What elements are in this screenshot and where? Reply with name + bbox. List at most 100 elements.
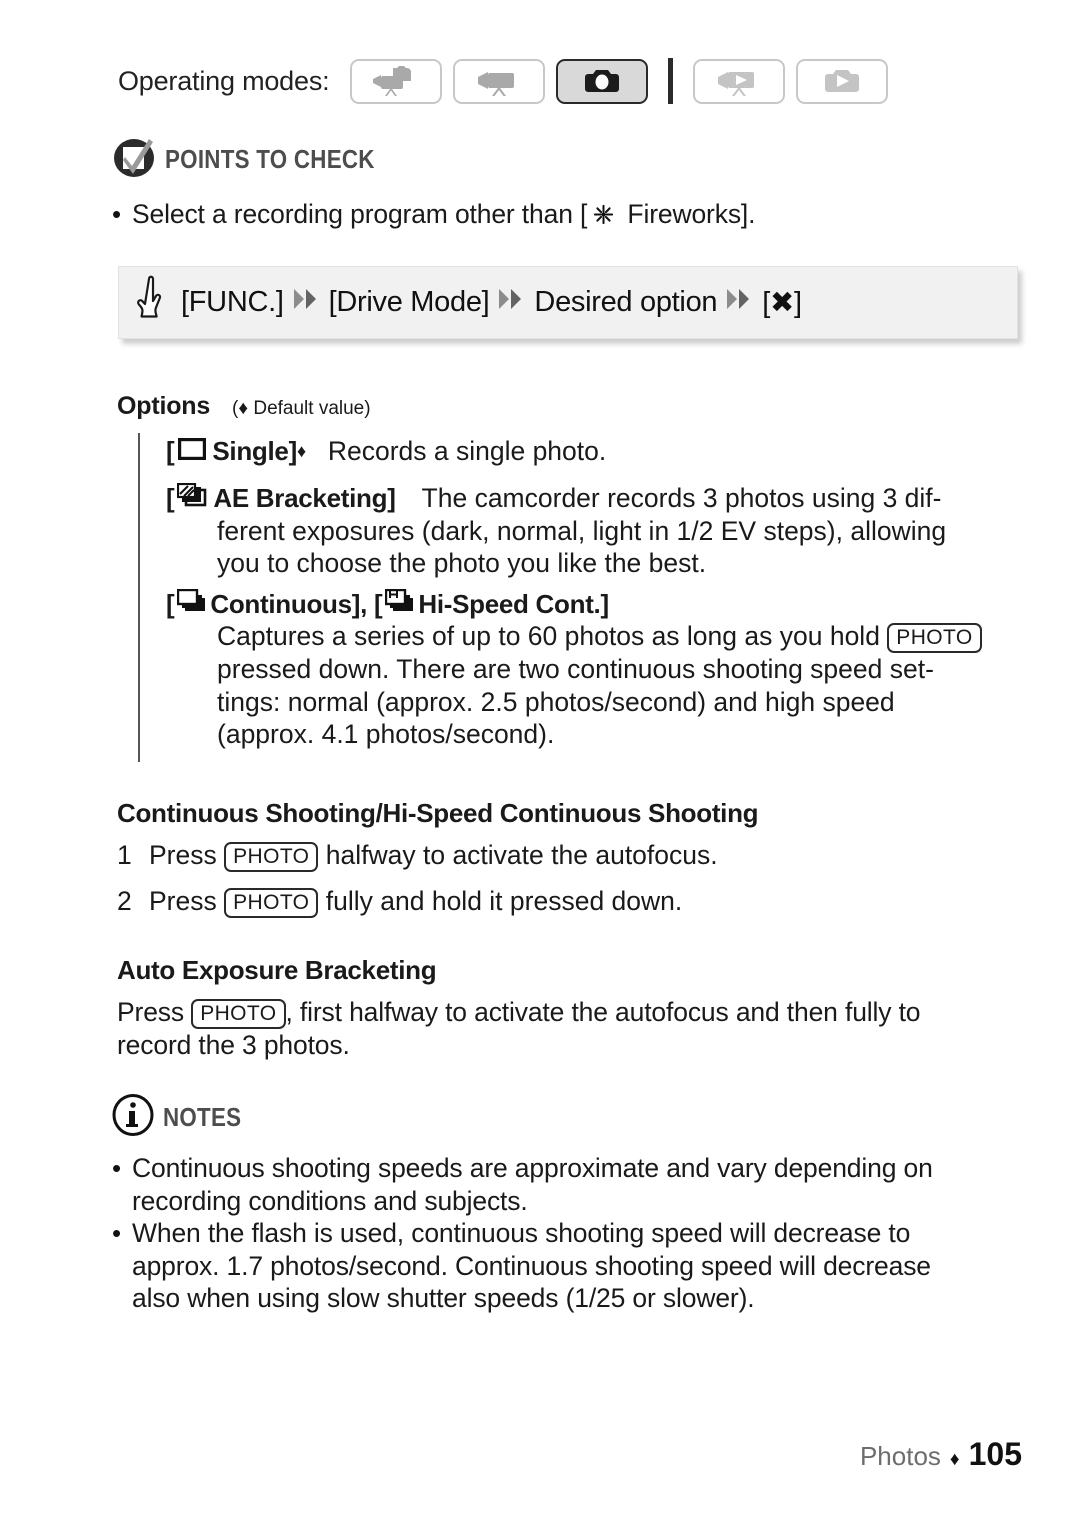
option-continuous-label: Continuous], [ bbox=[210, 589, 383, 619]
option-single: [ Single] ♦ Records a single photo. bbox=[166, 435, 606, 468]
notes-bullet-2: • When the flash is used, continuous sho… bbox=[112, 1217, 1052, 1315]
photo-record-mode-icon bbox=[556, 58, 649, 104]
bracket-close: ] bbox=[387, 483, 396, 513]
photo-button-key: PHOTO bbox=[887, 623, 982, 653]
option-ae-desc-line-1: ferent exposures (dark, normal, light in… bbox=[217, 515, 947, 546]
option-ae-desc-line-2: you to choose the photo you like the bes… bbox=[217, 548, 707, 578]
bracket-close: ] bbox=[288, 436, 298, 466]
auto-exposure-bracketing-paragraph: Press PHOTO, first halfway to activate t… bbox=[117, 996, 1027, 1062]
func-steps: [FUNC.] [Drive Mode] Desired option [✖] bbox=[181, 285, 802, 320]
step-text-after: halfway to activate the autofocus. bbox=[318, 840, 718, 870]
photo-button-key: PHOTO bbox=[224, 842, 319, 872]
dual-record-mode-icon bbox=[350, 58, 443, 104]
notes-title: NOTES bbox=[163, 1102, 242, 1132]
func-step-3: [✖] bbox=[762, 287, 802, 319]
options-left-rule bbox=[138, 433, 140, 762]
option-ae-bracketing: [ AE Bracketing] The camcorder records 3… bbox=[166, 482, 1026, 580]
notes-b1-line-0: Continuous shooting speeds are approxima… bbox=[132, 1153, 933, 1183]
options-title: Options bbox=[117, 392, 211, 420]
continuous-step-1: 1 Press PHOTO halfway to activate the au… bbox=[117, 840, 718, 872]
option-single-label: Single bbox=[212, 436, 289, 466]
notes-bullet-2-text: When the flash is used, continuous shoot… bbox=[132, 1217, 1052, 1315]
continuous-icon bbox=[177, 588, 207, 620]
ae-bracketing-icon bbox=[177, 482, 207, 514]
step-text: Press PHOTO halfway to activate the auto… bbox=[149, 840, 718, 872]
notes-header: NOTES bbox=[112, 1094, 254, 1141]
option-continuous-desc-line-3: (approx. 4.1 photos/second). bbox=[217, 719, 555, 749]
bullet-text-after: Fireworks]. bbox=[620, 199, 756, 229]
bullet-text-before: Select a recording program other than [ bbox=[132, 199, 588, 229]
operating-modes-row: Operating modes: bbox=[118, 58, 889, 104]
bracket-open: [ bbox=[166, 436, 175, 466]
hi-speed-continuous-icon bbox=[385, 588, 415, 620]
double-chevron-right-icon bbox=[293, 286, 320, 319]
notes-b2-line-2: also when using slow shutter speeds (1/2… bbox=[132, 1283, 755, 1313]
aeb-text-before: Press bbox=[117, 997, 192, 1027]
pointing-hand-icon bbox=[135, 273, 173, 332]
double-chevron-right-icon bbox=[498, 286, 525, 319]
continuous-shooting-heading: Continuous Shooting/Hi-Speed Continuous … bbox=[117, 798, 759, 828]
step-text-after: fully and hold it pressed down. bbox=[318, 886, 683, 916]
notes-b2-line-1: approx. 1.7 photos/second. Continuous sh… bbox=[132, 1250, 931, 1281]
default-value-note: (♦ Default value) bbox=[232, 398, 371, 419]
default-marker: ♦ bbox=[296, 441, 306, 461]
points-bullet-text: Select a recording program other than [ … bbox=[132, 198, 1012, 234]
auto-exposure-bracketing-heading: Auto Exposure Bracketing bbox=[117, 955, 437, 985]
step-text-before: Press bbox=[149, 886, 225, 916]
options-header: Options (♦ Default value) bbox=[117, 392, 371, 421]
single-frame-icon bbox=[178, 436, 207, 467]
desc-text: Captures a series of up to 60 photos as … bbox=[217, 621, 888, 651]
bracket-open: [ bbox=[166, 589, 175, 619]
points-to-check-title: POINTS TO CHECK bbox=[165, 144, 375, 174]
manual-page: Operating modes: POINTS TO CHECK • Selec… bbox=[0, 0, 1080, 1521]
step-number: 2 bbox=[117, 886, 132, 916]
option-continuous-title: [ Continuous], [ Hi-Speed Cont.] bbox=[166, 588, 1036, 620]
option-single-title: [ Single] ♦ bbox=[166, 436, 306, 467]
option-continuous-desc-line-1: pressed down. There are two continuous s… bbox=[217, 654, 934, 684]
option-hispeed-label: Hi-Speed Cont.] bbox=[418, 589, 609, 619]
aeb-line-2: record the 3 photos. bbox=[117, 1030, 350, 1060]
points-to-check-bullet: • Select a recording program other than … bbox=[112, 198, 1012, 234]
movie-playback-mode-icon bbox=[693, 58, 786, 104]
option-ae-desc-line-0: The camcorder records 3 photos using 3 d… bbox=[421, 483, 942, 513]
option-single-description: Records a single photo. bbox=[327, 436, 607, 466]
page-number: 105 bbox=[968, 1436, 1022, 1472]
func-step-1: [Drive Mode] bbox=[328, 286, 490, 318]
func-step-0: [FUNC.] bbox=[181, 286, 284, 318]
option-ae-bracketing-title: [ AE Bracketing] bbox=[166, 482, 396, 514]
fireworks-icon bbox=[592, 201, 615, 234]
notes-bullet-1: • Continuous shooting speeds are approxi… bbox=[112, 1152, 1042, 1217]
bullet-marker: • bbox=[112, 1153, 122, 1183]
page-footer: Photos ♦ 105 bbox=[860, 1436, 1022, 1473]
footer-section-label: Photos bbox=[859, 1441, 941, 1471]
option-continuous: [ Continuous], [ Hi-Speed Cont.] Capture… bbox=[166, 588, 1036, 751]
option-continuous-desc-line-0: Captures a series of up to 60 photos as … bbox=[217, 620, 1036, 653]
step-number: 1 bbox=[117, 840, 132, 870]
checkmark-badge-icon bbox=[112, 135, 156, 184]
photo-button-key: PHOTO bbox=[224, 888, 319, 918]
aeb-text-after: , first halfway to activate the autofocu… bbox=[285, 997, 921, 1027]
option-continuous-desc-line-2: tings: normal (approx. 2.5 photos/second… bbox=[217, 686, 895, 717]
points-to-check-header: POINTS TO CHECK bbox=[112, 135, 409, 184]
bracket-open: [ bbox=[166, 483, 175, 513]
notes-bullet-1-text: Continuous shooting speeds are approxima… bbox=[132, 1152, 1042, 1217]
movie-record-mode-icon bbox=[453, 58, 546, 104]
mode-group-divider bbox=[668, 58, 674, 104]
double-chevron-right-icon bbox=[726, 286, 753, 319]
continuous-step-2: 2 Press PHOTO fully and hold it pressed … bbox=[117, 886, 682, 918]
bullet-marker: • bbox=[112, 199, 122, 229]
func-navigation-bar: [FUNC.] [Drive Mode] Desired option [✖] bbox=[118, 266, 1018, 339]
operating-modes-label: Operating modes: bbox=[118, 65, 330, 96]
step-text: Press PHOTO fully and hold it pressed do… bbox=[149, 886, 682, 918]
photo-playback-mode-icon bbox=[796, 58, 889, 104]
func-step-2: Desired option bbox=[534, 286, 718, 318]
photo-button-key: PHOTO bbox=[191, 999, 286, 1029]
footer-diamond-separator: ♦ bbox=[949, 1449, 960, 1470]
aeb-line-1: Press PHOTO, first halfway to activate t… bbox=[117, 996, 1027, 1029]
bullet-marker: • bbox=[112, 1218, 122, 1248]
option-ae-bracketing-label: AE Bracketing bbox=[213, 483, 388, 513]
notes-b1-line-1: recording conditions and subjects. bbox=[132, 1185, 528, 1216]
step-text-before: Press bbox=[149, 840, 225, 870]
info-circle-icon bbox=[112, 1094, 154, 1141]
notes-b2-line-0: When the flash is used, continuous shoot… bbox=[132, 1218, 911, 1248]
